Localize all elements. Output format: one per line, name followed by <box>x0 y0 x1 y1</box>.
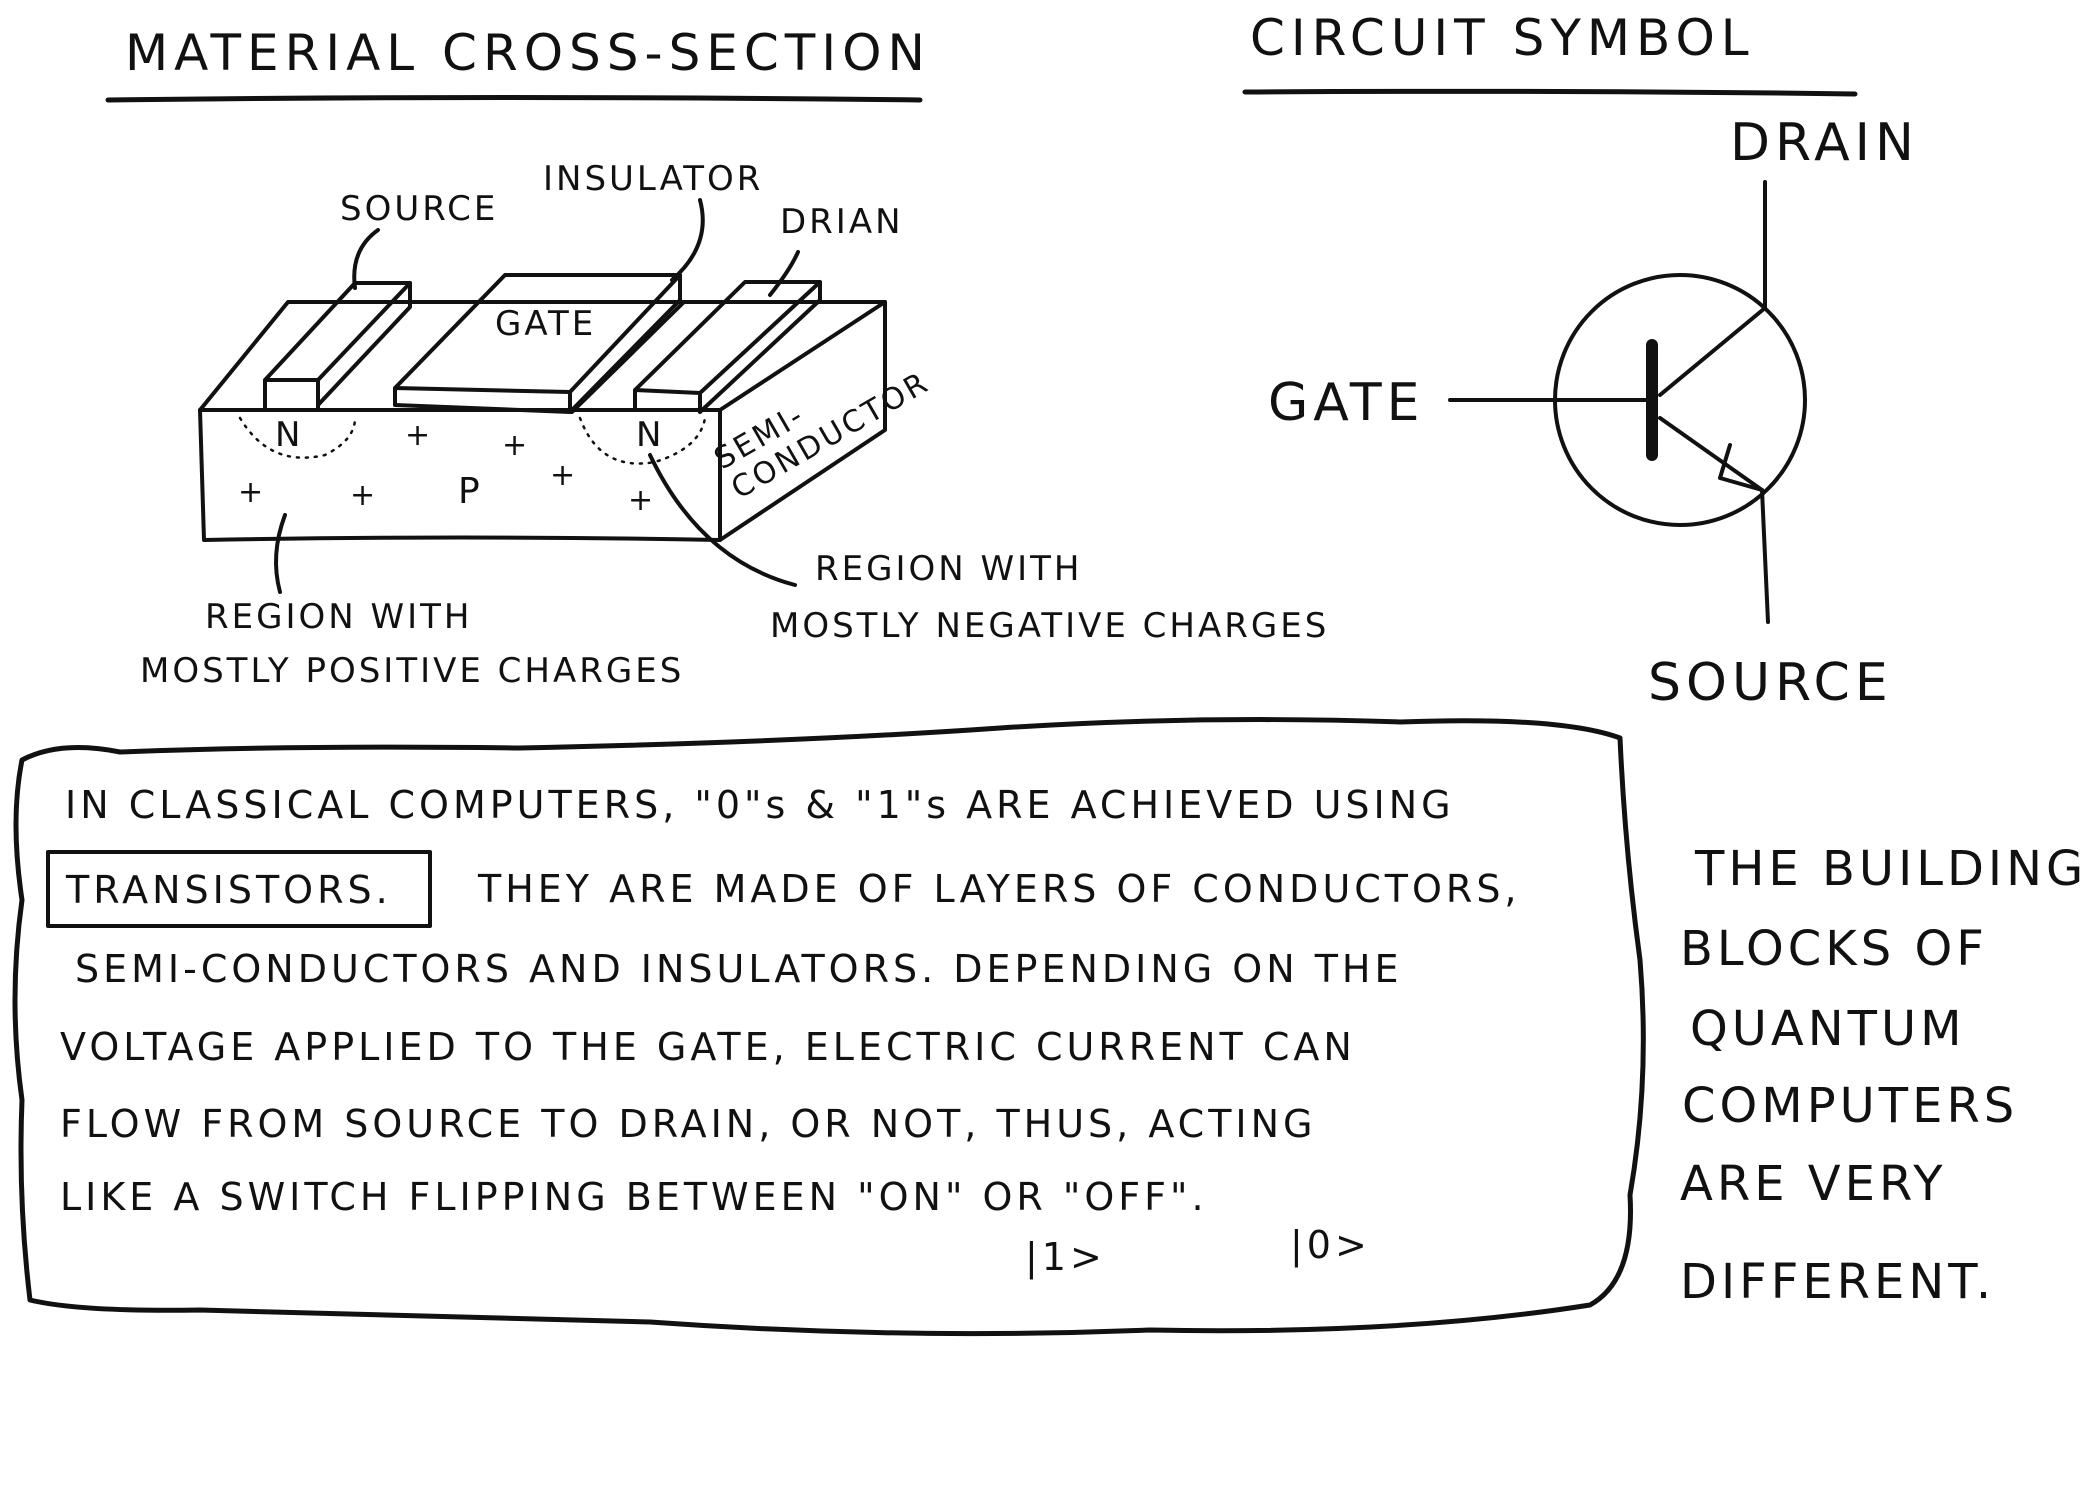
plus-sign: + <box>502 428 530 463</box>
explanation-line-2: THEY ARE MADE OF LAYERS OF CONDUCTORS, <box>477 867 1521 911</box>
circuit-symbol-panel: CIRCUIT SYMBOL DRAIN GATE SOURCE <box>1242 9 1919 713</box>
emitter-line <box>1658 416 1764 492</box>
insulator-label: INSULATOR <box>543 159 763 199</box>
side-note-line: THE BUILDING <box>1694 841 2087 897</box>
symbol-drain-label: DRAIN <box>1730 113 1919 173</box>
collector-line <box>1658 306 1767 397</box>
circuit-symbol-title-underline <box>1242 88 1858 97</box>
positive-region-label-line2: MOSTLY POSITIVE CHARGES <box>140 651 684 691</box>
plus-sign: + <box>238 475 266 510</box>
cross-section-title-underline <box>105 95 923 103</box>
plus-sign: + <box>350 478 378 513</box>
transistors-highlight: TRANSISTORS. <box>65 868 392 912</box>
positive-region-label-line1: REGION WITH <box>205 597 472 637</box>
n-right-label: N <box>636 415 664 455</box>
explanation-line-4: VOLTAGE APPLIED TO THE GATE, ELECTRIC CU… <box>60 1025 1356 1069</box>
symbol-source-label: SOURCE <box>1648 653 1893 713</box>
side-note-line: QUANTUM <box>1690 1001 1966 1057</box>
explanation-box: IN CLASSICAL COMPUTERS, "0"s & "1"s ARE … <box>12 717 1646 1337</box>
side-note-line: ARE VERY <box>1680 1156 1947 1212</box>
source-label: SOURCE <box>340 189 498 229</box>
drain-callout-line <box>768 250 800 297</box>
side-note-line: COMPUTERS <box>1682 1078 2018 1134</box>
plus-sign: + <box>550 458 578 493</box>
cross-section-title: MATERIAL CROSS-SECTION <box>125 24 931 82</box>
ket-zero-label: |0> <box>1290 1223 1371 1268</box>
gate-label: GATE <box>495 304 596 344</box>
negative-region-label-line1: REGION WITH <box>815 549 1082 589</box>
insulator-callout-line <box>670 198 705 282</box>
positive-region-callout <box>274 513 287 594</box>
explanation-line-6: LIKE A SWITCH FLIPPING BETWEEN "ON" OR "… <box>60 1175 1208 1219</box>
circuit-symbol-title: CIRCUIT SYMBOL <box>1250 9 1755 67</box>
semiconductor-label: SEMI- CONDUCTOR <box>709 365 936 507</box>
plus-sign: + <box>628 483 656 518</box>
ket-one-label: |1> <box>1025 1235 1106 1280</box>
cross-section-panel: MATERIAL CROSS-SECTION N N P + + + + + +… <box>105 24 1329 691</box>
hand-drawn-diagram: MATERIAL CROSS-SECTION N N P + + + + + +… <box>12 9 2087 1337</box>
side-note-line: BLOCKS OF <box>1680 921 1988 977</box>
explanation-line-3: SEMI-CONDUCTORS AND INSULATORS. DEPENDIN… <box>75 947 1403 991</box>
p-label: P <box>458 471 483 512</box>
plus-sign: + <box>405 418 433 453</box>
n-left-label: N <box>275 415 303 455</box>
explanation-line-1: IN CLASSICAL COMPUTERS, "0"s & "1"s ARE … <box>65 783 1455 827</box>
symbol-gate-label: GATE <box>1268 373 1424 433</box>
explanation-line-5: FLOW FROM SOURCE TO DRAIN, OR NOT, THUS,… <box>60 1102 1317 1146</box>
source-lead <box>1760 488 1770 624</box>
side-note: THE BUILDING BLOCKS OF QUANTUM COMPUTERS… <box>1680 841 2087 1310</box>
source-callout-line <box>352 228 380 290</box>
negative-region-label-line2: MOSTLY NEGATIVE CHARGES <box>770 606 1329 646</box>
drain-label: DRIAN <box>780 202 904 242</box>
side-note-line: DIFFERENT. <box>1680 1254 1995 1310</box>
